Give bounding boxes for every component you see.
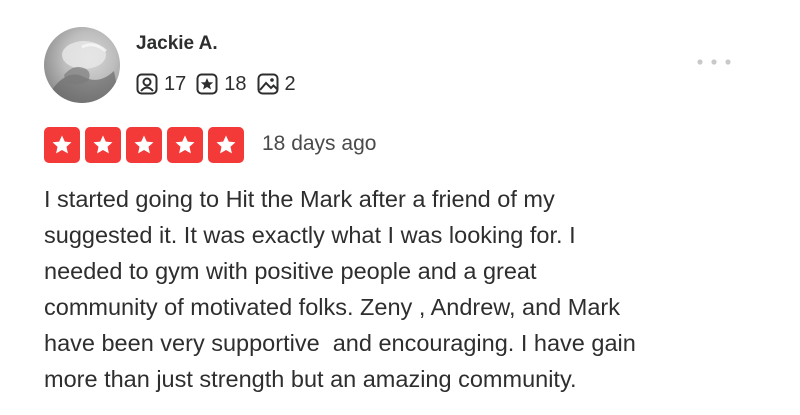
- review-text-line: have been very supportive and encouragin…: [44, 330, 636, 356]
- rating-star: [167, 127, 203, 163]
- user-name[interactable]: Jackie A.: [136, 33, 218, 55]
- rating-star: [85, 127, 121, 163]
- review-text-line: community of motivated folks. Zeny , And…: [44, 294, 620, 320]
- photos-count: 2: [284, 72, 296, 95]
- rating-star: [44, 127, 80, 163]
- review-text: I started going to Hit the Mark after a …: [44, 181, 764, 397]
- reviews-star-icon: [196, 73, 218, 95]
- avatar-photo: [44, 41, 120, 103]
- reviews-count: 18: [224, 72, 247, 95]
- photos-icon: [257, 73, 278, 95]
- friends-count: 17: [164, 72, 187, 95]
- star-icon: [93, 135, 113, 154]
- star-icon: [134, 135, 154, 154]
- avatar[interactable]: [44, 27, 120, 103]
- rating-star: [126, 127, 162, 163]
- review-text-line: more than just strength but an amazing c…: [44, 366, 577, 392]
- star-icon: [216, 135, 236, 154]
- rating-star: [208, 127, 244, 163]
- review-text-line: suggested it. It was exactly what I was …: [44, 222, 576, 248]
- star-icon: [52, 135, 72, 154]
- user-stats: 17 18 2: [136, 71, 306, 97]
- review-text-line: I started going to Hit the Mark after a …: [44, 186, 555, 212]
- friends-stat: 17: [136, 73, 186, 96]
- photos-stat: 2: [257, 73, 296, 96]
- review-date: 18 days ago: [262, 132, 377, 155]
- friends-icon: [136, 73, 158, 95]
- more-options-button[interactable]: [694, 52, 736, 72]
- review-card: Jackie A. 17 18 2 18 days ago I started …: [0, 0, 800, 415]
- more-options-icon: [697, 59, 731, 65]
- reviews-stat: 18: [196, 72, 247, 96]
- star-icon: [175, 135, 195, 154]
- star-rating: [44, 127, 244, 163]
- review-text-line: needed to gym with positive people and a…: [44, 258, 537, 284]
